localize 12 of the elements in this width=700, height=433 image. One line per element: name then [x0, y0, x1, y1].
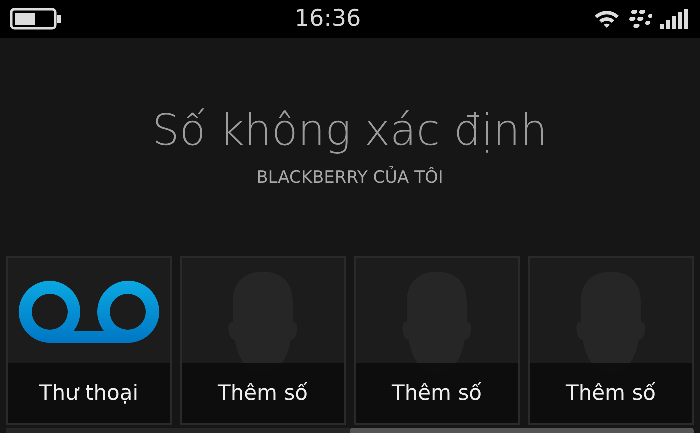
- speed-dial-tile[interactable]: Thêm số: [528, 256, 694, 425]
- clock-time: 16:36: [294, 6, 362, 32]
- speed-dial-tile[interactable]: Thêm số: [180, 256, 346, 425]
- blackberry-logo-icon: [628, 10, 652, 28]
- speed-dial-tile[interactable]: Thư thoại: [6, 256, 172, 425]
- caller-subtitle: BLACKBERRY CỦA TÔI: [256, 168, 444, 188]
- signal-icon: [660, 9, 690, 29]
- voicemail-icon: [19, 280, 159, 342]
- caller-name: Số không xác định: [152, 105, 548, 158]
- speed-dial-tile[interactable]: Thêm số: [354, 256, 520, 425]
- wifi-icon: [594, 9, 620, 29]
- battery-icon: [10, 8, 62, 30]
